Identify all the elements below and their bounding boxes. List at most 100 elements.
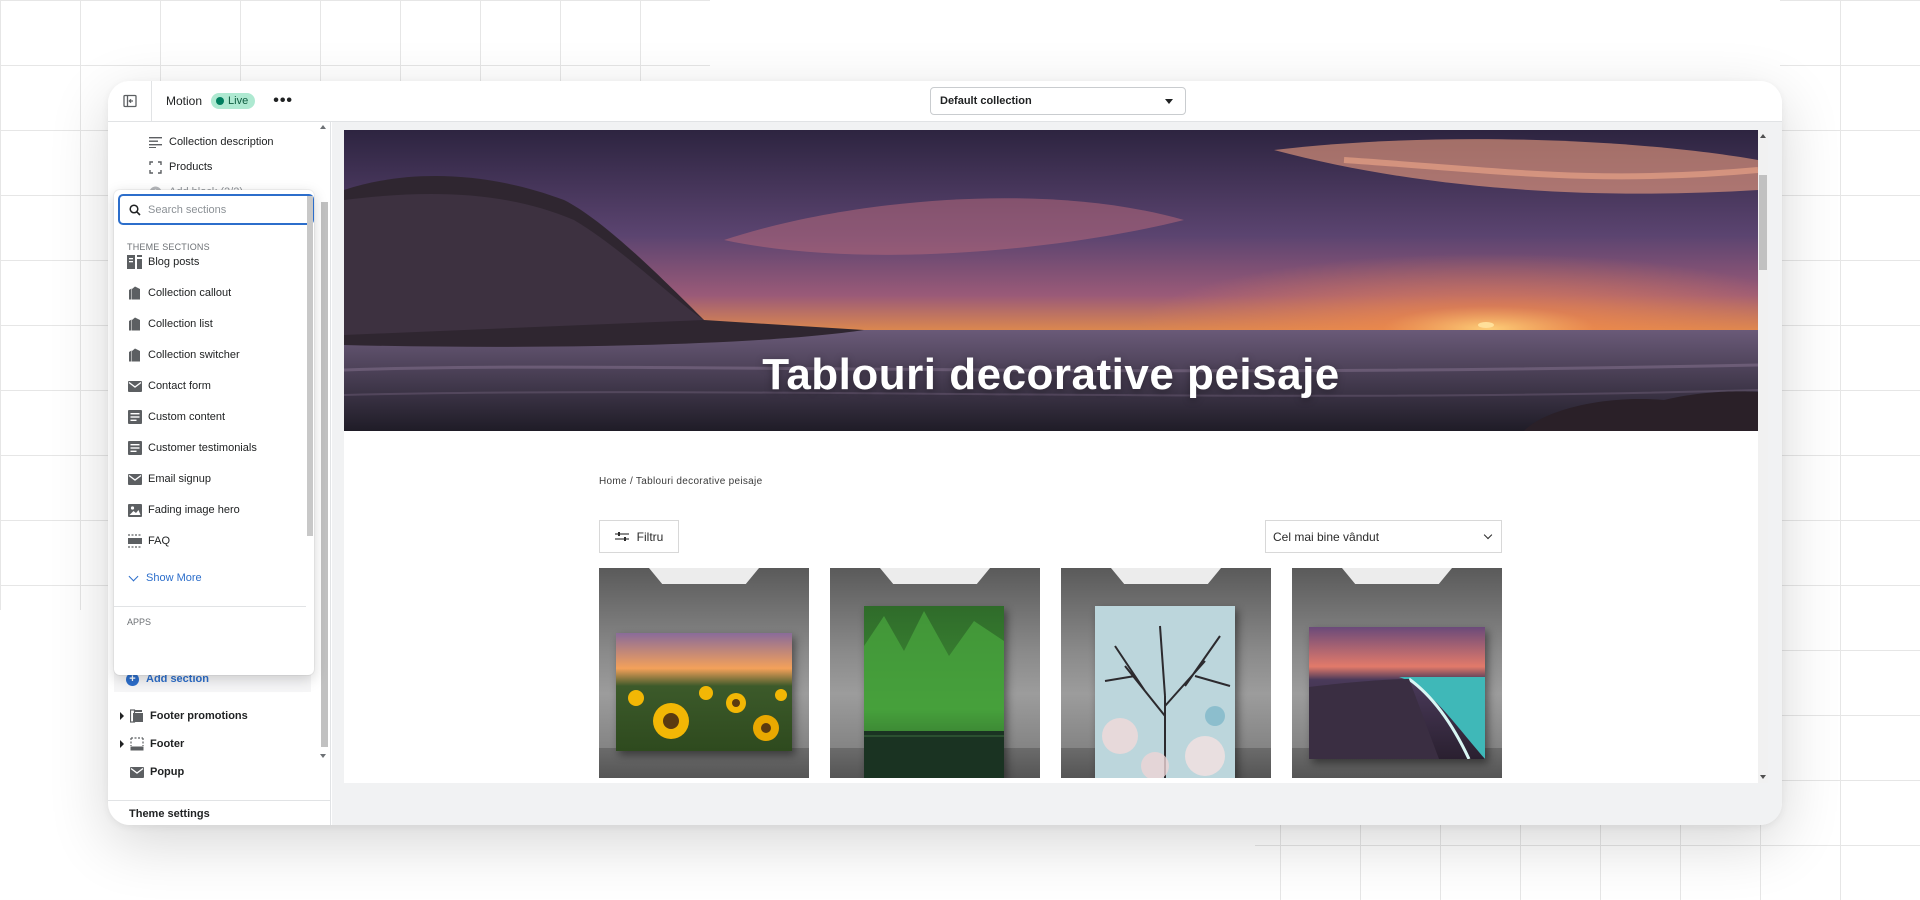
envelope-icon [127, 472, 142, 487]
text-lines-icon [148, 135, 162, 149]
sidebar-scrollbar[interactable] [319, 122, 328, 762]
scroll-up-icon[interactable] [320, 125, 326, 129]
room-floor [599, 748, 809, 778]
search-sections-field[interactable] [118, 194, 314, 225]
image-icon [127, 503, 142, 518]
divider [114, 606, 306, 607]
popover-scrollbar[interactable] [306, 190, 314, 675]
store-preview-frame: Tablouri decorative peisaje Home / Tablo… [344, 130, 1758, 783]
section-option-fading-image-hero[interactable]: Fading image hero [127, 499, 240, 521]
product-card-sunset-beach[interactable] [1292, 568, 1502, 778]
section-label: Footer promotions [150, 710, 248, 722]
section-option-custom-content[interactable]: Custom content [127, 406, 225, 428]
template-select[interactable]: Default collection [930, 87, 1186, 115]
expand-arrow-icon[interactable] [120, 740, 124, 748]
section-option-email-signup[interactable]: Email signup [127, 468, 211, 490]
block-products[interactable]: Products [148, 156, 212, 178]
scrollbar-thumb[interactable] [307, 196, 313, 536]
section-option-customer-testimonials[interactable]: Customer testimonials [127, 437, 257, 459]
section-option-label: Custom content [148, 411, 226, 423]
product-card-blossom-tree[interactable] [1061, 568, 1271, 778]
block-label: Products [169, 161, 213, 173]
sort-by-select[interactable]: Cel mai bine vândut [1265, 520, 1502, 553]
sort-by-value: Cel mai bine vândut [1273, 529, 1380, 544]
envelope-icon [129, 765, 144, 780]
show-more-button[interactable]: Show More [127, 571, 202, 584]
breadcrumb[interactable]: Home / Tablouri decorative peisaje [599, 476, 762, 487]
exit-editor-button[interactable] [108, 81, 152, 122]
section-footer-promotions[interactable]: Footer promotions [120, 705, 248, 727]
live-badge-label: Live [228, 95, 249, 107]
ceiling-light [880, 568, 990, 584]
scroll-down-icon[interactable] [1760, 775, 1766, 779]
filter-label: Filtru [636, 529, 664, 544]
block-collection-description[interactable]: Collection description [148, 131, 274, 153]
theme-editor-window: Motion Live ••• Default collection Colle… [108, 81, 1782, 825]
section-option-collection-switcher[interactable]: Collection switcher [127, 344, 240, 366]
section-option-label: Blog posts [148, 256, 200, 268]
section-footer[interactable]: Footer [120, 733, 184, 755]
ceiling-light [1342, 568, 1452, 584]
search-icon [129, 203, 141, 216]
section-option-contact-form[interactable]: Contact form [127, 375, 211, 397]
section-option-label: Contact form [148, 380, 211, 392]
chevron-down-icon [1483, 530, 1493, 540]
live-status-badge: Live [211, 93, 256, 109]
section-popup[interactable]: Popup [120, 761, 184, 783]
ceiling-light [649, 568, 759, 584]
section-option-faq[interactable]: FAQ [127, 530, 170, 552]
store-preview-pane: Tablouri decorative peisaje Home / Tablo… [332, 122, 1782, 825]
scrollbar-thumb[interactable] [1759, 175, 1767, 270]
collection-icon [127, 317, 142, 332]
scrollbar-thumb[interactable] [321, 202, 328, 747]
collection-icon [127, 286, 142, 301]
section-option-label: Fading image hero [148, 504, 240, 516]
filter-sliders-icon [614, 531, 629, 542]
section-option-label: Customer testimonials [148, 442, 257, 454]
apps-heading: APPS [127, 617, 152, 627]
add-section-popover: THEME SECTIONS Blog posts Collection cal… [114, 190, 314, 675]
products-icon [148, 160, 162, 174]
template-select-value: Default collection [940, 95, 1032, 107]
expand-arrow-icon[interactable] [120, 712, 124, 720]
search-sections-input[interactable] [148, 203, 298, 216]
section-label: Popup [150, 766, 185, 778]
exit-icon [122, 94, 137, 108]
section-option-label: Collection switcher [148, 349, 240, 361]
collection-title: Tablouri decorative peisaje [762, 350, 1340, 399]
product-card-forest[interactable] [830, 568, 1040, 778]
faq-icon [127, 534, 142, 549]
chevron-down-icon [128, 571, 139, 582]
footer-icon [129, 737, 144, 752]
show-more-label: Show More [146, 572, 202, 584]
editor-topbar: Motion Live ••• Default collection [108, 81, 1782, 122]
caret-down-icon [1165, 98, 1173, 104]
collection-icon [127, 348, 142, 363]
preview-scrollbar[interactable] [1758, 130, 1768, 783]
sunflowers-artwork [616, 633, 792, 751]
theme-settings-link[interactable]: Theme settings [129, 808, 210, 820]
section-option-label: Collection list [148, 318, 213, 330]
sunset-beach-artwork [1309, 627, 1485, 759]
product-card-sunflowers[interactable] [599, 568, 809, 778]
section-option-collection-callout[interactable]: Collection callout [127, 282, 231, 304]
more-actions-button[interactable]: ••• [273, 92, 293, 110]
section-option-collection-list[interactable]: Collection list [127, 313, 213, 335]
scroll-down-icon[interactable] [320, 754, 326, 758]
section-option-label: FAQ [148, 535, 171, 547]
content-icon [127, 410, 142, 425]
filter-button[interactable]: Filtru [599, 520, 679, 553]
block-label: Collection description [169, 136, 274, 148]
section-option-label: Email signup [148, 473, 211, 485]
section-option-blog-posts[interactable]: Blog posts [127, 251, 199, 273]
ceiling-light [1111, 568, 1221, 584]
collection-hero-banner: Tablouri decorative peisaje [344, 130, 1758, 431]
section-label: Footer [150, 738, 185, 750]
content-icon [127, 441, 142, 456]
live-dot-icon [216, 97, 225, 105]
scroll-up-icon[interactable] [1760, 134, 1766, 138]
forest-lake-artwork [864, 606, 1004, 778]
section-option-label: Collection callout [148, 287, 232, 299]
theme-name: Motion [166, 94, 203, 108]
